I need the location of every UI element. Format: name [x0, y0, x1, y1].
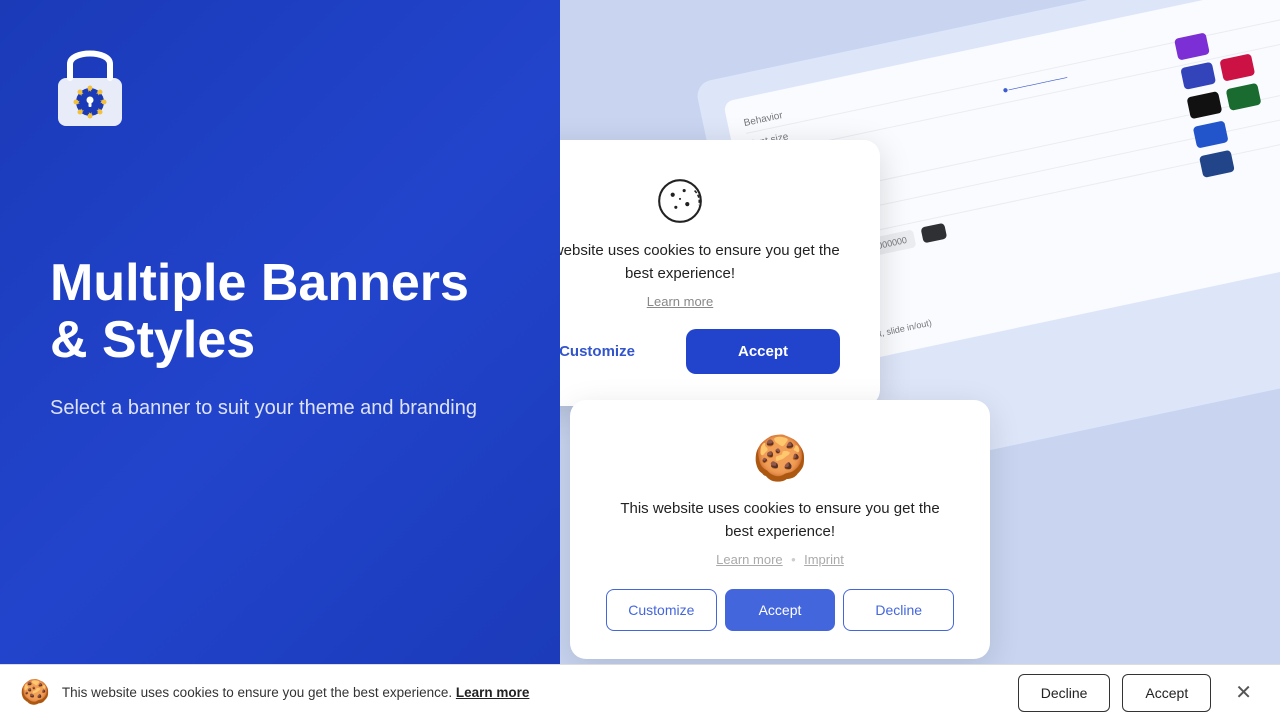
banner-2-customize-button[interactable]: Customize — [606, 589, 717, 631]
banner-1-customize-button[interactable]: Customize — [560, 329, 674, 374]
cookie-icon-outline — [655, 176, 705, 226]
banner-1-learn-more[interactable]: Learn more — [647, 294, 713, 309]
banner-2: 🍪 This website uses cookies to ensure yo… — [570, 400, 990, 659]
bottom-cookie-icon: 🍪 — [20, 678, 50, 707]
subtitle: Select a banner to suit your theme and b… — [50, 393, 510, 423]
bottom-bar-message: This website uses cookies to ensure you … — [62, 685, 1006, 700]
banner-2-dot: • — [791, 552, 796, 567]
banner-2-learn-more[interactable]: Learn more — [716, 552, 782, 567]
cookie-icon-color: 🍪 — [606, 432, 954, 484]
left-panel: Multiple Banners & Styles Select a banne… — [0, 0, 560, 720]
logo-icon — [50, 40, 510, 135]
banner-2-message: This website uses cookies to ensure you … — [606, 498, 954, 543]
main-title: Multiple Banners & Styles — [50, 255, 510, 369]
banner-1: This website uses cookies to ensure you … — [560, 140, 880, 406]
right-panel: Behavior Font size ●—————— 24em Layout P… — [560, 0, 1280, 720]
bottom-decline-button[interactable]: Decline — [1018, 674, 1111, 712]
banner-1-message: This website uses cookies to ensure you … — [560, 240, 840, 285]
bottom-accept-button[interactable]: Accept — [1122, 674, 1211, 712]
bottom-learn-more[interactable]: Learn more — [456, 685, 530, 700]
banner-2-buttons: Customize Accept Decline — [606, 589, 954, 631]
banner-2-decline-button[interactable]: Decline — [843, 589, 954, 631]
banner-1-buttons: Customize Accept — [560, 329, 840, 374]
banner-2-imprint[interactable]: Imprint — [804, 552, 844, 567]
banner-2-links: Learn more • Imprint — [606, 551, 954, 569]
bottom-cookie-bar: 🍪 This website uses cookies to ensure yo… — [0, 664, 1280, 720]
banner-1-accept-button[interactable]: Accept — [686, 329, 840, 374]
banner-2-accept-button[interactable]: Accept — [725, 589, 836, 631]
bottom-close-button[interactable]: ✕ — [1227, 676, 1260, 709]
